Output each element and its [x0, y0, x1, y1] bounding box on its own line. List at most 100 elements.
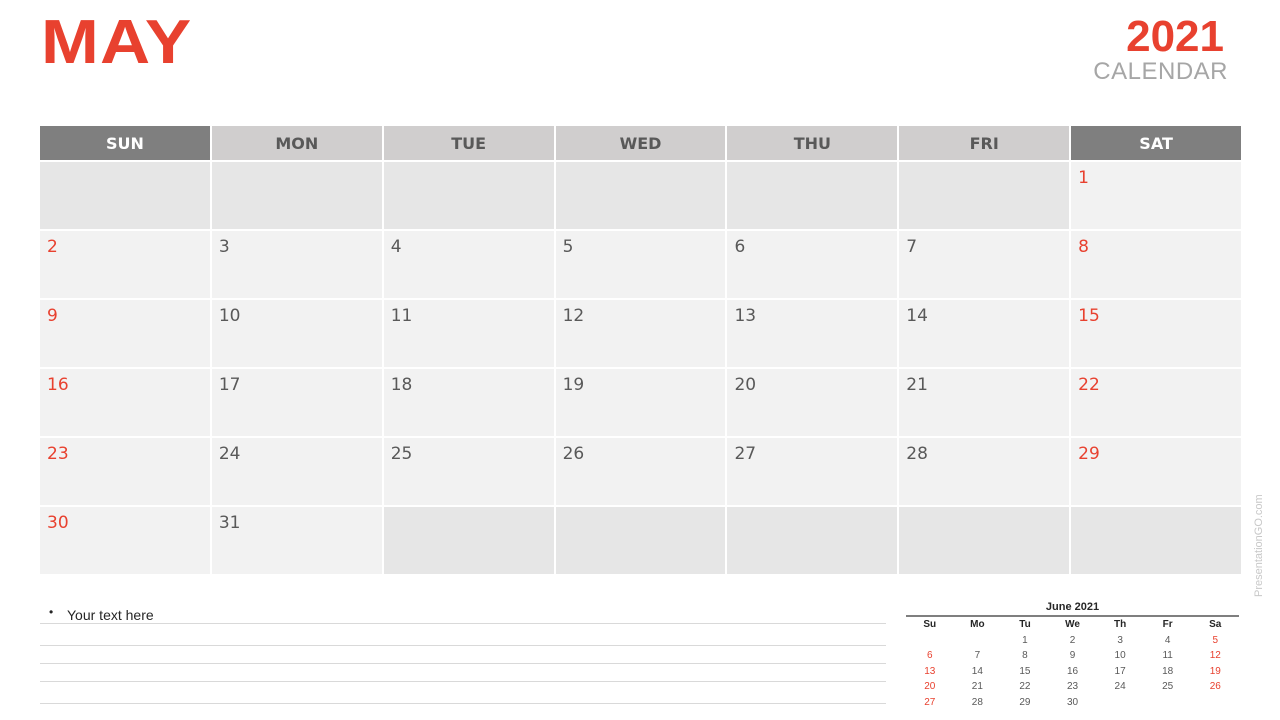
- calendar-empty-cell: [1071, 507, 1242, 574]
- calendar-week-row: 1: [40, 160, 1242, 229]
- mini-empty-cell: [1191, 695, 1239, 711]
- mini-empty-cell: [1096, 695, 1144, 711]
- calendar-empty-cell: [383, 162, 556, 229]
- day-number: 24: [218, 444, 241, 464]
- mini-calendar-week-row: 27 28 29 30: [906, 695, 1239, 711]
- watermark: PresentationGO.com: [1253, 494, 1265, 597]
- month-calendar-grid: SUN MON TUE WED THU FRI SAT 1 2 3 4 5 6 7 8 9 10 1…: [40, 126, 1242, 574]
- calendar-day-cell[interactable]: 12: [555, 300, 728, 367]
- weekday-header-fri: FRI: [899, 126, 1072, 160]
- notes-line: [40, 664, 886, 682]
- mini-weekday: Su: [923, 619, 937, 630]
- calendar-empty-cell: [555, 507, 728, 574]
- calendar-day-cell[interactable]: 27: [727, 438, 900, 505]
- day-number: 6: [734, 237, 746, 257]
- day-number: 2: [47, 237, 58, 257]
- calendar-day-cell[interactable]: 17: [211, 369, 384, 436]
- calendar-day-cell[interactable]: 7: [899, 231, 1072, 298]
- mini-weekday: Fr: [1162, 619, 1173, 630]
- calendar-day-cell[interactable]: 10: [211, 300, 384, 367]
- calendar-empty-cell: [899, 507, 1072, 574]
- notes-line: [40, 624, 886, 646]
- mini-calendar-june: June 2021 Su Mo Tu We Th Fr Sa 123456789…: [906, 599, 1239, 710]
- mini-calendar-weekday-row: Su Mo Tu We Th Fr Sa: [906, 617, 1239, 633]
- day-number: 29: [1078, 444, 1100, 464]
- mini-weekday: Tu: [1019, 619, 1031, 630]
- mini-day: 28: [971, 696, 983, 708]
- mini-day: 8: [1022, 650, 1028, 661]
- calendar-day-cell[interactable]: 2: [40, 231, 212, 298]
- mini-day: 1: [1022, 634, 1028, 646]
- weekday-header-mon: MON: [211, 126, 384, 160]
- calendar-day-cell[interactable]: 9: [40, 300, 212, 367]
- day-number: 3: [218, 237, 230, 257]
- notes-line: [40, 682, 886, 704]
- calendar-empty-cell: [899, 162, 1072, 229]
- calendar-day-cell[interactable]: 19: [555, 369, 728, 436]
- mini-day: 2: [1069, 634, 1076, 646]
- day-number: 26: [562, 444, 585, 464]
- bullet-icon: •: [49, 605, 54, 619]
- mini-day: 4: [1164, 634, 1171, 646]
- mini-weekday: Th: [1113, 619, 1127, 630]
- calendar-day-cell[interactable]: 13: [727, 300, 900, 367]
- calendar-week-row: 2 3 4 5 6 7 8: [40, 229, 1242, 298]
- day-number: 27: [734, 444, 757, 464]
- day-number: 7: [906, 237, 918, 257]
- calendar-day-cell[interactable]: 1: [1071, 162, 1242, 229]
- notes-bullet-line[interactable]: • Your text here: [40, 604, 886, 624]
- weekday-header-wed: WED: [555, 126, 728, 160]
- calendar-day-cell[interactable]: 21: [899, 369, 1072, 436]
- day-number: 22: [1078, 375, 1100, 395]
- day-number: 20: [734, 375, 757, 395]
- calendar-week-row: 30 31: [40, 505, 1242, 574]
- calendar-day-cell[interactable]: 28: [899, 438, 1072, 505]
- calendar-empty-cell: [555, 162, 728, 229]
- notes-line: [40, 646, 886, 664]
- calendar-day-cell[interactable]: 30: [40, 507, 212, 574]
- calendar-day-cell[interactable]: 6: [727, 231, 900, 298]
- calendar-day-cell[interactable]: 25: [383, 438, 556, 505]
- calendar-day-cell[interactable]: 18: [383, 369, 556, 436]
- day-number: 11: [390, 306, 413, 326]
- day-number: 31: [218, 513, 241, 533]
- calendar-day-cell[interactable]: 5: [555, 231, 728, 298]
- calendar-day-cell[interactable]: 4: [383, 231, 556, 298]
- day-number: 12: [562, 306, 585, 326]
- notes-placeholder-text[interactable]: Your text here: [67, 607, 154, 623]
- calendar-day-cell[interactable]: 11: [383, 300, 556, 367]
- calendar-subtitle: CALENDAR: [1093, 58, 1228, 85]
- day-number: 14: [906, 306, 928, 326]
- calendar-day-cell[interactable]: 20: [727, 369, 900, 436]
- mini-weekday: Sa: [1209, 619, 1222, 630]
- day-number: 18: [390, 375, 413, 395]
- calendar-day-cell[interactable]: 29: [1071, 438, 1242, 505]
- day-number: 25: [390, 444, 413, 464]
- mini-day: 20: [924, 681, 936, 692]
- day-number: 13: [734, 306, 757, 326]
- mini-day: 18: [1162, 665, 1174, 677]
- day-number: 8: [1078, 237, 1089, 257]
- day-number: 5: [562, 237, 574, 257]
- calendar-day-cell[interactable]: 15: [1071, 300, 1242, 367]
- calendar-empty-cell: [211, 162, 384, 229]
- day-number: 28: [906, 444, 928, 464]
- calendar-day-cell[interactable]: 8: [1071, 231, 1242, 298]
- mini-day: 27: [924, 696, 936, 708]
- mini-day: 16: [1066, 665, 1079, 677]
- calendar-day-cell[interactable]: 24: [211, 438, 384, 505]
- calendar-day-cell[interactable]: 14: [899, 300, 1072, 367]
- calendar-day-cell[interactable]: 22: [1071, 369, 1242, 436]
- mini-calendar-week-row: 1 2 3 4 5: [906, 633, 1239, 649]
- calendar-day-cell[interactable]: 23: [40, 438, 212, 505]
- mini-day: 13: [924, 665, 936, 677]
- calendar-day-cell[interactable]: 26: [555, 438, 728, 505]
- calendar-empty-cell: [383, 507, 556, 574]
- notes-area[interactable]: • Your text here: [40, 604, 886, 704]
- calendar-week-row: 9 10 11 12 13 14 15: [40, 298, 1242, 367]
- calendar-day-cell[interactable]: 31: [211, 507, 384, 574]
- mini-day: 25: [1162, 681, 1174, 692]
- year-title: 2021: [1126, 12, 1224, 61]
- calendar-day-cell[interactable]: 3: [211, 231, 384, 298]
- calendar-day-cell[interactable]: 16: [40, 369, 212, 436]
